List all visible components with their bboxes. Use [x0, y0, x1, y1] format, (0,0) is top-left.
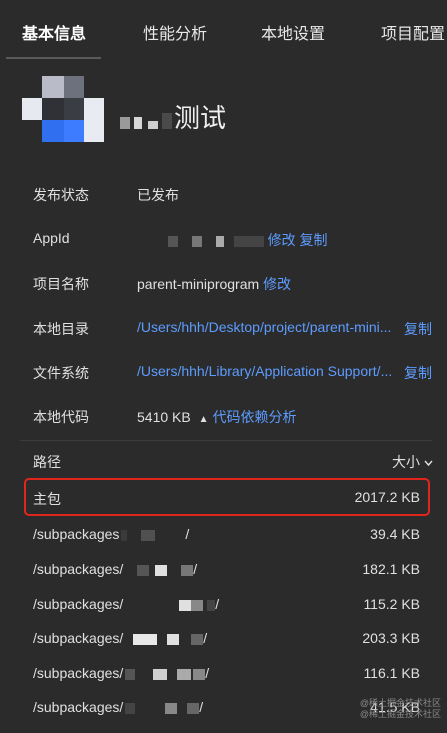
app-avatar	[20, 76, 104, 142]
local-dir-path[interactable]: /Users/hhh/Desktop/project/parent-mini..…	[137, 319, 399, 335]
package-size: 39.4 KB	[370, 526, 420, 542]
package-size: 116.1 KB	[363, 665, 420, 681]
column-header-size[interactable]: 大小	[392, 452, 433, 472]
file-system-path[interactable]: /Users/hhh/Library/Application Support/.…	[137, 363, 399, 379]
package-name: /subpackages/ /	[33, 699, 203, 715]
package-path-suffix: /	[193, 561, 198, 577]
status-label: 发布状态	[33, 187, 89, 203]
tab-project-config[interactable]: 项目配置	[381, 20, 445, 44]
tab-basic-info[interactable]: 基本信息	[22, 20, 86, 44]
appid-row: AppId 修改 复制	[0, 230, 447, 254]
watermark: @稀土掘金技术社区	[359, 709, 441, 719]
table-row[interactable]: /subpackages/ / 182.1 KB	[0, 561, 447, 595]
appid-label: AppId	[33, 230, 70, 246]
package-name: /subpackages/ /	[33, 665, 209, 681]
local-code-label: 本地代码	[33, 409, 89, 425]
project-name-label: 项目名称	[33, 276, 89, 292]
local-code-row: 本地代码 5410 KB ▲ 代码依赖分析	[0, 407, 447, 431]
package-size: 115.2 KB	[363, 596, 420, 612]
file-system-copy-link[interactable]: 复制	[404, 363, 432, 383]
divider	[20, 440, 432, 441]
app-title: 测试	[120, 98, 226, 136]
local-code-value: 5410 KB ▲ 代码依赖分析	[137, 407, 297, 427]
status-value: 已发布	[137, 187, 179, 203]
package-path-suffix: /	[205, 665, 210, 681]
table-row[interactable]: /subpackages/ / 116.1 KB	[0, 665, 447, 699]
package-path-suffix: /	[215, 596, 220, 612]
package-name: /subpackages /	[33, 526, 189, 542]
active-tab-indicator	[6, 57, 101, 59]
obscured-title-prefix	[120, 105, 174, 136]
tab-bar: 基本信息 性能分析 本地设置 项目配置	[0, 0, 447, 59]
column-header-path[interactable]: 路径	[33, 452, 61, 472]
dependency-analysis-link[interactable]: 代码依赖分析	[213, 409, 297, 425]
appid-value-obscured: 修改 复制	[168, 230, 327, 250]
tab-local-settings[interactable]: 本地设置	[261, 20, 325, 44]
project-name-edit-link[interactable]: 修改	[263, 276, 291, 292]
file-system-label: 文件系统	[33, 365, 89, 381]
file-system-row: 文件系统 /Users/hhh/Library/Application Supp…	[0, 363, 447, 387]
table-row[interactable]: /subpackages / 39.4 KB	[0, 526, 447, 560]
local-dir-row: 本地目录 /Users/hhh/Desktop/project/parent-m…	[0, 319, 447, 343]
highlight-box	[24, 478, 430, 516]
project-name-text: parent-miniprogram	[137, 276, 260, 292]
local-code-size: 5410 KB	[137, 409, 191, 425]
package-name: /subpackages/ /	[33, 561, 197, 577]
package-name: /subpackages/ /	[33, 630, 207, 646]
column-header-size-label: 大小	[392, 454, 420, 470]
project-name-value: parent-miniprogram 修改	[137, 274, 291, 294]
package-path-suffix: /	[203, 630, 208, 646]
package-path-suffix: /	[199, 699, 204, 715]
chevron-up-icon[interactable]: ▲	[199, 414, 209, 425]
package-path-prefix: /subpackages	[33, 526, 120, 542]
app-title-text: 测试	[174, 103, 227, 133]
appid-copy-link[interactable]: 复制	[299, 232, 327, 248]
local-dir-copy-link[interactable]: 复制	[404, 319, 432, 339]
package-path-prefix: /subpackages/	[33, 561, 124, 577]
local-dir-label: 本地目录	[33, 321, 89, 337]
appid-edit-link[interactable]: 修改	[268, 232, 296, 248]
table-row[interactable]: /subpackages/ / 203.3 KB	[0, 630, 447, 664]
package-size: 203.3 KB	[362, 630, 420, 646]
project-name-row: 项目名称 parent-miniprogram 修改	[0, 274, 447, 298]
status-row: 发布状态 已发布	[0, 185, 447, 209]
package-size: 182.1 KB	[362, 561, 420, 577]
chevron-down-icon	[424, 460, 433, 467]
package-path-suffix: /	[185, 526, 190, 542]
package-path-prefix: /subpackages/	[33, 630, 124, 646]
table-row[interactable]: /subpackages/ / 115.2 KB	[0, 596, 447, 630]
package-path-prefix: /subpackages/	[33, 665, 124, 681]
package-name: /subpackages/ /	[33, 596, 219, 612]
package-path-prefix: /subpackages/	[33, 699, 124, 715]
tab-performance[interactable]: 性能分析	[143, 20, 207, 44]
package-path-prefix: /subpackages/	[33, 596, 124, 612]
